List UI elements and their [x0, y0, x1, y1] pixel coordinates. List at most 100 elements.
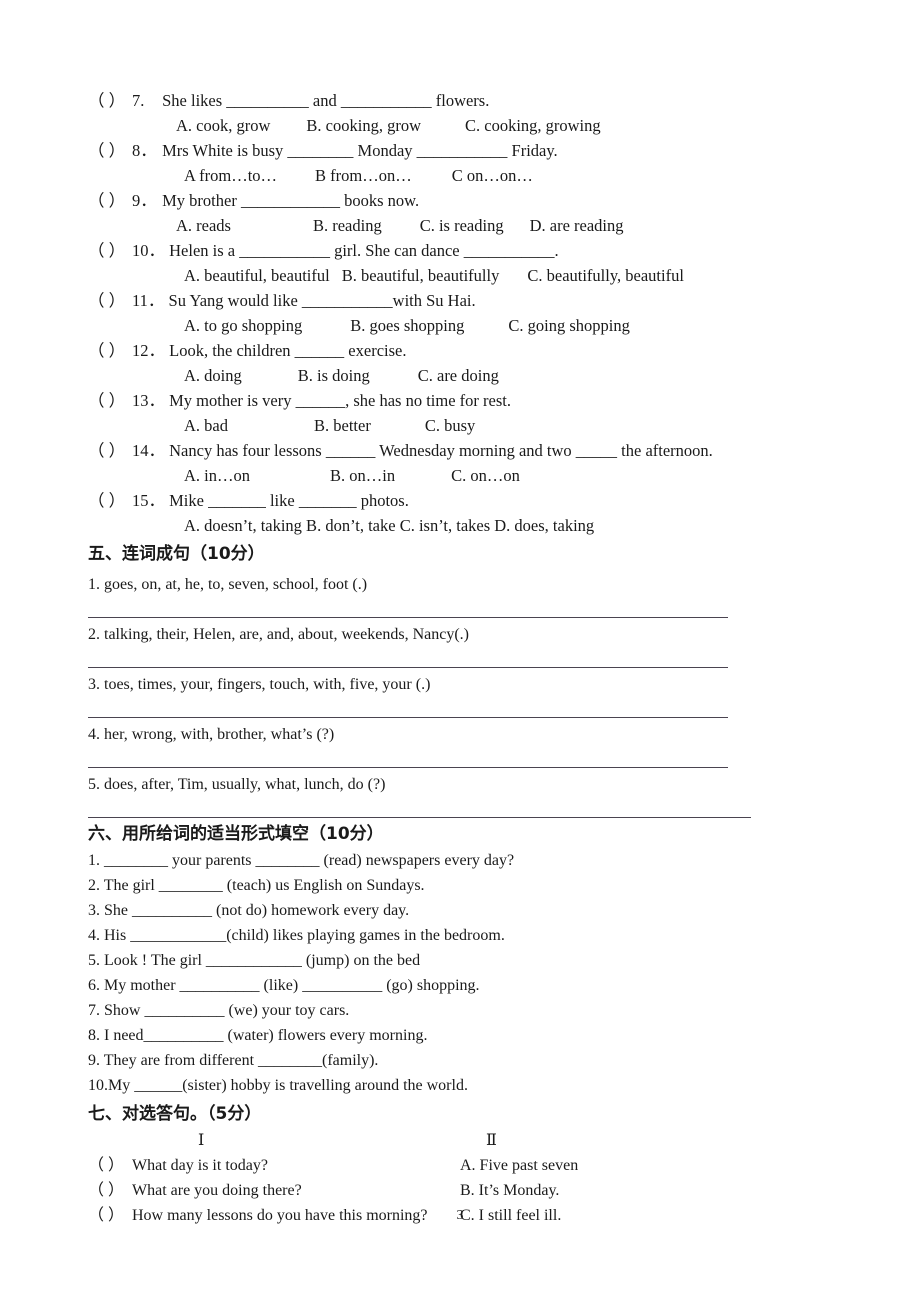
mc-answer-box[interactable]: （ ） [88, 438, 132, 463]
mc-question-stem: Mrs White is busy ________ Monday ______… [158, 141, 558, 160]
mc-question-line: （ ） 10． Helen is a ___________ girl. She … [88, 238, 848, 263]
mc-option[interactable]: B. beautiful, beautifully [342, 263, 500, 288]
mc-answer-box[interactable]: （ ） [88, 138, 132, 163]
mc-item: （ ） 8． Mrs White is busy ________ Monday … [88, 138, 848, 188]
fill-form-item[interactable]: 3. She __________ (not do) homework ever… [88, 898, 848, 923]
section-seven-heading: 七、对选答句。（5分） [88, 1104, 262, 1124]
mc-question-stem: Look, the children ______ exercise. [165, 341, 407, 360]
mc-question-line: （ ） 9． My brother ____________ books now. [88, 188, 848, 213]
mc-option[interactable]: C on…on… [452, 163, 533, 188]
mc-option[interactable]: A. beautiful, beautiful [184, 263, 330, 288]
fill-form-item[interactable]: 9. They are from different ________(fami… [88, 1048, 848, 1073]
mc-option[interactable]: D. are reading [530, 213, 624, 238]
word-order-item: 4. her, wrong, with, brother, what’s (?) [88, 726, 335, 743]
mc-question-line: （ ） 7. She likes __________ and _________… [88, 88, 848, 113]
mc-answer-box[interactable]: （ ） [88, 288, 132, 313]
matching-column-2-header: Ⅱ [486, 1132, 497, 1149]
mc-answer-box[interactable]: （ ） [88, 388, 132, 413]
mc-question-line: （ ） 8． Mrs White is busy ________ Monday … [88, 138, 848, 163]
mc-item: （ ） 12． Look, the children ______ exercis… [88, 338, 848, 388]
mc-option[interactable]: A. cook, grow [176, 113, 270, 138]
mc-item: （ ） 7. She likes __________ and _________… [88, 88, 848, 138]
matching-answer-option[interactable]: A. Five past seven [460, 1153, 578, 1178]
mc-options-line: A. bad B. better C. busy [88, 413, 848, 438]
page-content: （ ） 7. She likes __________ and _________… [88, 88, 848, 1228]
mc-question-number: 10． [132, 241, 165, 260]
mc-answer-box[interactable]: （ ） [88, 88, 132, 113]
mc-item: （ ） 10． Helen is a ___________ girl. She … [88, 238, 848, 288]
fill-form-item[interactable]: 6. My mother __________ (like) _________… [88, 973, 848, 998]
matching-question: What day is it today? [132, 1157, 268, 1174]
mc-option[interactable]: A from…to… [184, 163, 277, 188]
fill-form-item[interactable]: 5. Look ! The girl ____________ (jump) o… [88, 948, 848, 973]
fill-form-item[interactable]: 7. Show __________ (we) your toy cars. [88, 998, 848, 1023]
matching-column-headers: Ⅰ Ⅱ [88, 1128, 848, 1153]
mc-question-number: 14． [132, 441, 165, 460]
mc-option[interactable]: B. goes shopping [350, 313, 464, 338]
mc-option[interactable]: C. busy [425, 413, 475, 438]
mc-option[interactable]: B. cooking, grow [306, 113, 421, 138]
mc-options-line: A. in…on B. on…in C. on…on [88, 463, 848, 488]
mc-option[interactable]: C. going shopping [508, 313, 629, 338]
multiple-choice-section: （ ） 7. She likes __________ and _________… [88, 88, 848, 538]
mc-options-line: A. to go shopping B. goes shopping C. goin… [88, 313, 848, 338]
mc-options-line: A. doing B. is doing C. are doing [88, 363, 848, 388]
fill-form-item[interactable]: 8. I need__________ (water) flowers ever… [88, 1023, 848, 1048]
word-order-item: 3. toes, times, your, fingers, touch, wi… [88, 676, 431, 693]
fill-form-item[interactable]: 10.My ______(sister) hobby is travelling… [88, 1073, 848, 1098]
mc-question-stem: My brother ____________ books now. [158, 191, 420, 210]
mc-option[interactable]: B from…on… [315, 163, 412, 188]
mc-question-number: 15． [132, 491, 165, 510]
matching-answer-option[interactable]: B. It’s Monday. [460, 1178, 559, 1203]
mc-option[interactable]: A. reads [176, 213, 231, 238]
fill-form-item[interactable]: 4. His ____________(child) likes playing… [88, 923, 848, 948]
mc-option[interactable]: C. cooking, growing [465, 113, 601, 138]
mc-item: （ ） 14． Nancy has four lessons ______ Wed… [88, 438, 848, 488]
mc-question-number: 7. [132, 91, 145, 110]
word-order-section: 1. goes, on, at, he, to, seven, school, … [88, 568, 848, 818]
mc-answer-box[interactable]: （ ） [88, 488, 132, 513]
mc-options-line: A from…to… B from…on… C on…on… [88, 163, 848, 188]
mc-question-line: （ ） 15． Mike _______ like _______ photos. [88, 488, 848, 513]
mc-option[interactable]: B. on…in [330, 463, 395, 488]
word-order-item: 1. goes, on, at, he, to, seven, school, … [88, 576, 368, 593]
mc-item: （ ） 13． My mother is very ______, she has… [88, 388, 848, 438]
mc-option[interactable]: C. beautifully, beautiful [527, 263, 684, 288]
mc-question-number: 12． [132, 341, 165, 360]
matching-row: （ ） What day is it today? A. Five past sev… [88, 1153, 848, 1178]
mc-option[interactable]: A. to go shopping [184, 313, 302, 338]
matching-question: What are you doing there? [132, 1182, 302, 1199]
mc-answer-box[interactable]: （ ） [88, 338, 132, 363]
mc-option[interactable]: C. on…on [451, 463, 520, 488]
mc-answer-box[interactable]: （ ） [88, 188, 132, 213]
section-five-heading: 五、连词成句（10分） [88, 544, 265, 564]
mc-question-line: （ ） 14． Nancy has four lessons ______ Wed… [88, 438, 848, 463]
mc-option[interactable]: A. in…on [184, 463, 250, 488]
mc-option[interactable]: A. doing [184, 363, 242, 388]
mc-option[interactable]: B. reading [313, 213, 382, 238]
fill-form-item[interactable]: 2. The girl ________ (teach) us English … [88, 873, 848, 898]
mc-options-line: A. reads B. reading C. is reading D. are re… [88, 213, 848, 238]
mc-item: （ ） 11． Su Yang would like ___________wit… [88, 288, 848, 338]
mc-answer-box[interactable]: （ ） [88, 238, 132, 263]
mc-question-stem: Su Yang would like ___________with Su Ha… [164, 291, 476, 310]
fill-form-item[interactable]: 1. ________ your parents ________ (read)… [88, 848, 848, 873]
mc-question-stem: My mother is very ______, she has no tim… [165, 391, 511, 410]
mc-option[interactable]: B. better [314, 413, 371, 438]
mc-question-line: （ ） 13． My mother is very ______, she has… [88, 388, 848, 413]
mc-question-number: 9． [132, 191, 157, 210]
answer-line[interactable] [88, 817, 751, 818]
matching-row: （ ） What are you doing there? B. It’s Mond… [88, 1178, 848, 1203]
word-order-item: 2. talking, their, Helen, are, and, abou… [88, 626, 469, 643]
mc-option[interactable]: B. is doing [298, 363, 370, 388]
mc-question-stem: Nancy has four lessons ______ Wednesday … [165, 441, 713, 460]
matching-answer-box[interactable]: （ ） [88, 1178, 124, 1203]
mc-option[interactable]: C. are doing [418, 363, 499, 388]
mc-question-stem: She likes __________ and ___________ flo… [158, 91, 490, 110]
mc-option[interactable]: A. bad [184, 413, 228, 438]
mc-options-line: A. cook, grow B. cooking, grow C. cooking,… [88, 113, 848, 138]
mc-option[interactable]: A. doesn’t, taking B. don’t, take C. isn… [184, 513, 594, 538]
page-number: 3 [456, 1208, 464, 1223]
matching-answer-box[interactable]: （ ） [88, 1153, 124, 1178]
mc-option[interactable]: C. is reading [420, 213, 504, 238]
